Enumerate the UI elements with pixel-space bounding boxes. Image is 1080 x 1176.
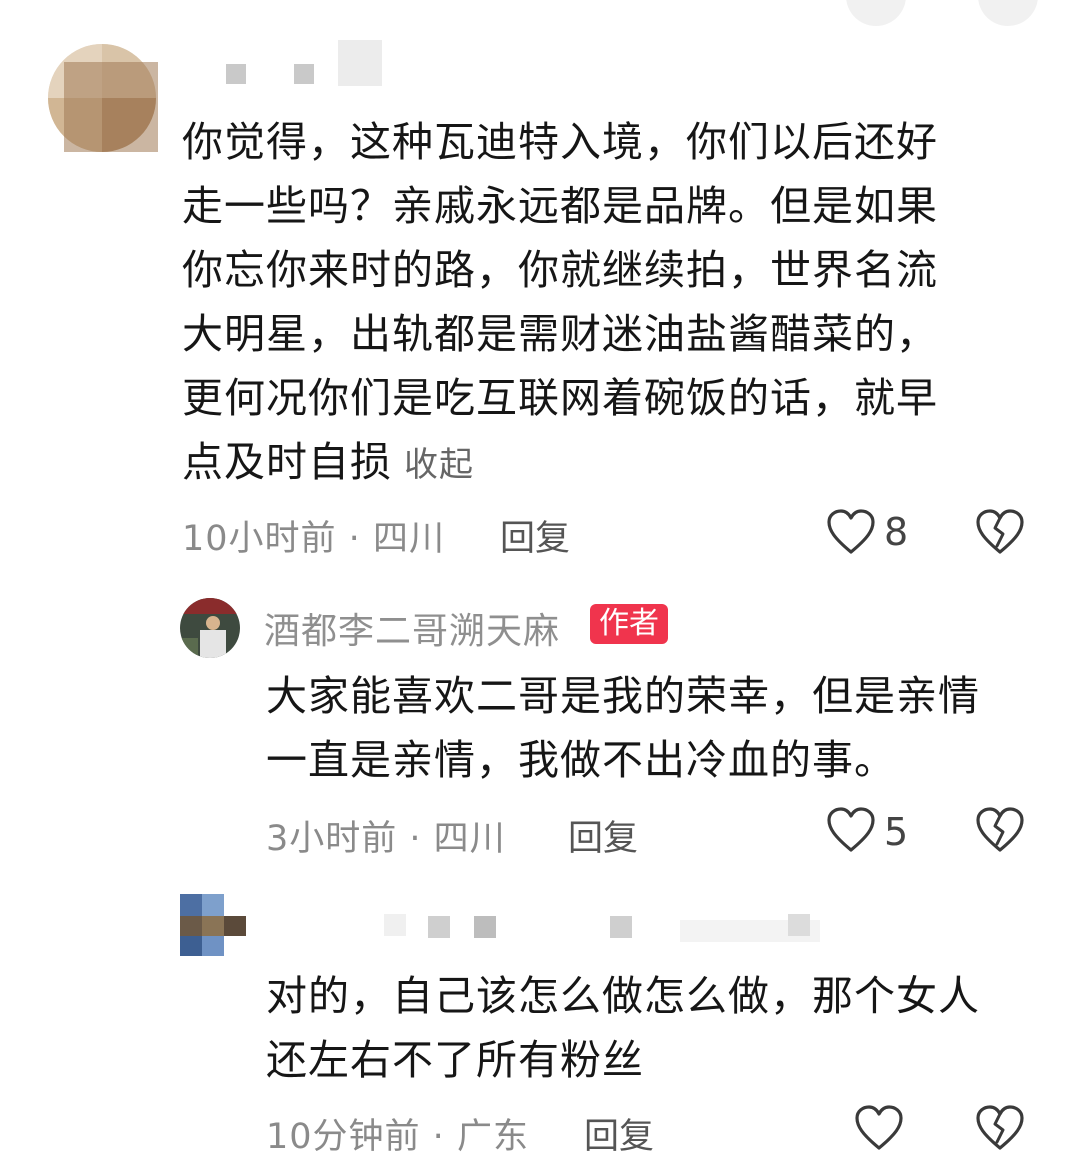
reply-button[interactable]: 回复: [568, 810, 638, 861]
username-blurred[interactable]: [428, 916, 450, 938]
comment-time: 10小时前: [182, 519, 337, 559]
broken-heart-icon[interactable]: [975, 508, 1025, 556]
broken-heart-icon[interactable]: [975, 1104, 1025, 1152]
heart-outline-icon[interactable]: [854, 1104, 904, 1152]
comment-time: 3小时前: [266, 819, 398, 859]
comment-meta: 10小时前 · 四川: [182, 510, 445, 561]
comment-text-line: 点及时自损 收起: [182, 430, 1042, 497]
username-blurred[interactable]: [338, 40, 382, 86]
comment-location: 四川: [372, 519, 445, 559]
collapse-button[interactable]: 收起: [404, 445, 474, 485]
username-blurred[interactable]: [610, 916, 632, 938]
meta-separator: ·: [336, 519, 373, 559]
comment-text-line: 你觉得，这种瓦迪特入境，你们以后还好: [182, 118, 938, 166]
username[interactable]: 酒都李二哥溯天麻: [264, 602, 560, 654]
comment-meta: 3小时前 · 四川: [266, 810, 506, 861]
comment-text-line: 一直是亲情，我做不出冷血的事。: [266, 736, 896, 784]
reply-button[interactable]: 回复: [500, 510, 570, 561]
author-badge: 作者: [590, 604, 668, 644]
like-count: 8: [884, 510, 909, 554]
like-count: 5: [884, 810, 909, 854]
comment-location: 广东: [456, 1117, 529, 1157]
reply-comment: 对的，自己该怎么做怎么做，那个女人 还左右不了所有粉丝 10分钟前 · 广东 回…: [0, 880, 1080, 1176]
username-blurred[interactable]: [226, 64, 246, 84]
reply-button[interactable]: 回复: [584, 1108, 654, 1159]
comment-text-line: 你忘你来时的路，你就继续拍，世界名流: [182, 246, 938, 294]
broken-heart-icon[interactable]: [975, 806, 1025, 854]
avatar[interactable]: [180, 894, 246, 956]
comment-text: 大家能喜欢二哥是我的荣幸，但是亲情 一直是亲情，我做不出冷血的事。: [266, 664, 1046, 792]
comment-meta: 10分钟前 · 广东: [266, 1108, 529, 1159]
comment-text-line: 大明星，出轨都是需财迷油盐酱醋菜的，: [182, 310, 938, 358]
username-blurred[interactable]: [294, 64, 314, 84]
avatar-mosaic-block: [64, 62, 158, 152]
comment-text-line: 对的，自己该怎么做怎么做，那个女人: [266, 972, 980, 1020]
comment-text-line: 更何况你们是吃互联网着碗饭的话，就早: [182, 374, 938, 422]
comment-text-line: 大家能喜欢二哥是我的荣幸，但是亲情: [266, 672, 980, 720]
meta-separator: ·: [397, 819, 434, 859]
reply-comment: 酒都李二哥溯天麻 作者 大家能喜欢二哥是我的荣幸，但是亲情 一直是亲情，我做不出…: [0, 580, 1080, 870]
comment-text: 你觉得，这种瓦迪特入境，你们以后还好 走一些吗？亲戚永远都是品牌。但是如果 你忘…: [182, 110, 1042, 497]
comment-text: 对的，自己该怎么做怎么做，那个女人 还左右不了所有粉丝: [266, 964, 1056, 1092]
comment-location: 四川: [433, 819, 506, 859]
heart-outline-icon[interactable]: [826, 806, 876, 854]
username-blurred[interactable]: [384, 914, 406, 936]
username-blurred[interactable]: [788, 914, 810, 936]
comment-text-line: 走一些吗？亲戚永远都是品牌。但是如果: [182, 182, 938, 230]
username-blurred[interactable]: [474, 916, 496, 938]
meta-separator: ·: [420, 1117, 457, 1157]
avatar[interactable]: [180, 598, 240, 658]
comment-time: 10分钟前: [266, 1117, 421, 1157]
comment-text-line-end: 点及时自损: [182, 438, 392, 486]
comment: 你觉得，这种瓦迪特入境，你们以后还好 走一些吗？亲戚永远都是品牌。但是如果 你忘…: [0, 0, 1080, 580]
comment-text-line: 还左右不了所有粉丝: [266, 1036, 644, 1084]
heart-outline-icon[interactable]: [826, 508, 876, 556]
